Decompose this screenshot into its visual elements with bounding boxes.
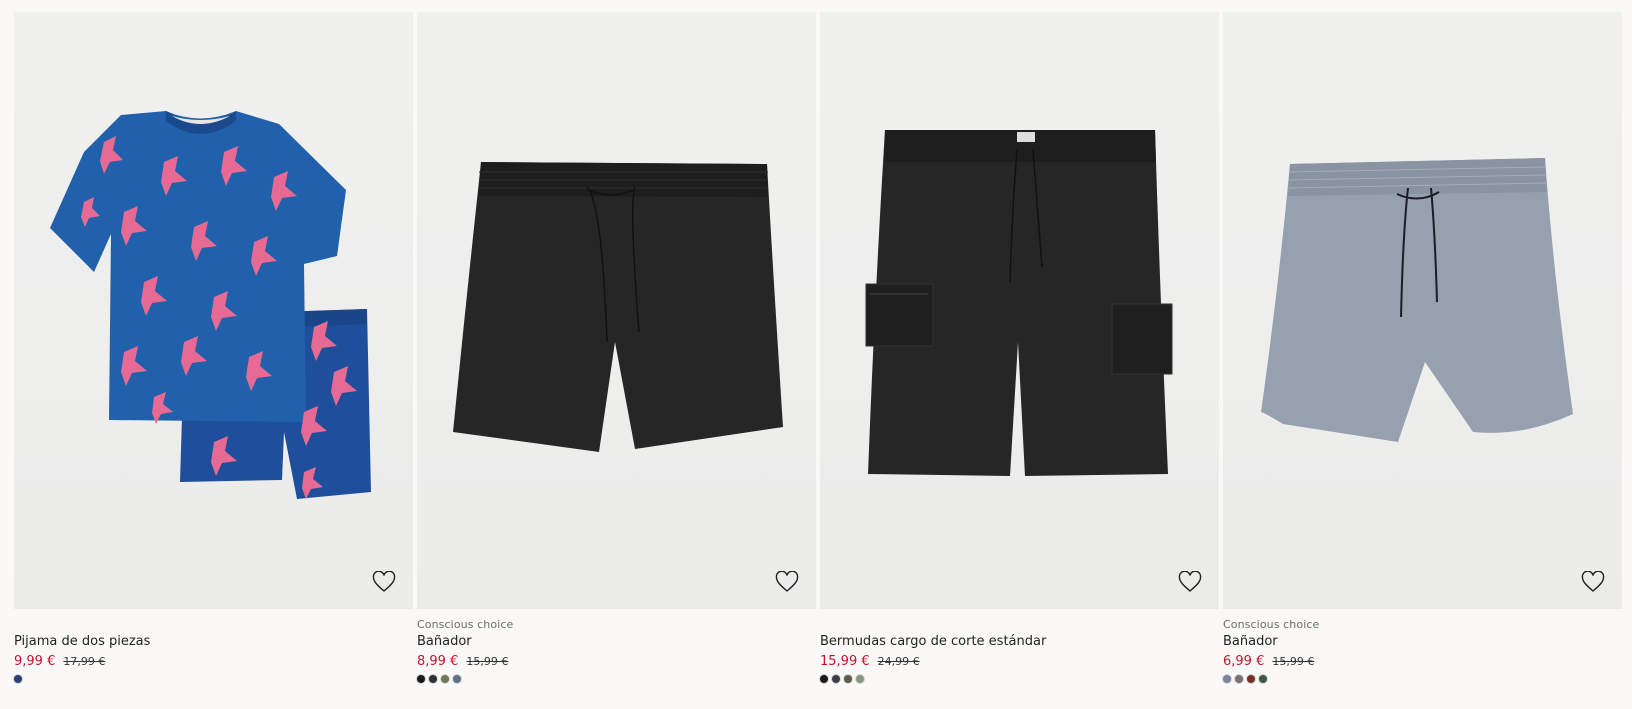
heart-outline-icon [775, 571, 799, 592]
product-info: Bermudas cargo de corte estándar 15,99 €… [820, 609, 1219, 692]
sale-price: 9,99 € [14, 654, 56, 669]
color-swatch[interactable] [820, 675, 828, 683]
product-name[interactable]: Bañador [1223, 634, 1278, 649]
color-swatch[interactable] [1223, 675, 1231, 683]
product-card[interactable]: Conscious choice Bañador 6,99 € 15,99 € [1223, 12, 1622, 692]
favorite-button[interactable] [1578, 567, 1608, 597]
product-image[interactable] [820, 12, 1219, 609]
swim-shorts-image [453, 162, 783, 452]
color-swatch[interactable] [1259, 675, 1267, 683]
color-swatch[interactable] [453, 675, 461, 683]
favorite-button[interactable] [772, 567, 802, 597]
product-image[interactable] [417, 12, 816, 609]
color-swatch[interactable] [856, 675, 864, 683]
product-tag: Conscious choice [1223, 618, 1320, 631]
price-block: 9,99 € 17,99 € [14, 654, 105, 669]
favorite-button[interactable] [369, 567, 399, 597]
product-card[interactable]: Bermudas cargo de corte estándar 15,99 €… [820, 12, 1219, 692]
heart-outline-icon [1178, 571, 1202, 592]
product-tag: Conscious choice [417, 618, 514, 631]
product-card[interactable]: Conscious choice Bañador 8,99 € 15,99 € [417, 12, 816, 692]
color-swatches [14, 675, 22, 683]
color-swatch[interactable] [832, 675, 840, 683]
price-block: 15,99 € 24,99 € [820, 654, 920, 669]
pajama-set-image [50, 111, 371, 499]
product-image[interactable] [1223, 12, 1622, 609]
color-swatch[interactable] [14, 675, 22, 683]
product-grid: Pijama de dos piezas 9,99 € 17,99 € Cons… [14, 12, 1622, 692]
product-info: Conscious choice Bañador 6,99 € 15,99 € [1223, 609, 1622, 692]
color-swatch[interactable] [844, 675, 852, 683]
color-swatch[interactable] [417, 675, 425, 683]
heart-outline-icon [372, 571, 396, 592]
price-block: 8,99 € 15,99 € [417, 654, 508, 669]
heart-outline-icon [1581, 571, 1605, 592]
color-swatches [417, 675, 461, 683]
sale-price: 8,99 € [417, 654, 459, 669]
color-swatch[interactable] [1247, 675, 1255, 683]
sale-price: 6,99 € [1223, 654, 1265, 669]
color-swatch[interactable] [429, 675, 437, 683]
product-info: Conscious choice Bañador 8,99 € 15,99 € [417, 609, 816, 692]
product-card[interactable]: Pijama de dos piezas 9,99 € 17,99 € [14, 12, 413, 692]
original-price: 17,99 € [63, 655, 106, 668]
price-block: 6,99 € 15,99 € [1223, 654, 1314, 669]
favorite-button[interactable] [1175, 567, 1205, 597]
color-swatch[interactable] [1235, 675, 1243, 683]
swim-shorts-image [1261, 158, 1573, 442]
cargo-shorts-image [865, 130, 1173, 476]
original-price: 15,99 € [1272, 655, 1315, 668]
color-swatch[interactable] [441, 675, 449, 683]
product-name[interactable]: Pijama de dos piezas [14, 634, 150, 649]
sale-price: 15,99 € [820, 654, 870, 669]
product-info: Pijama de dos piezas 9,99 € 17,99 € [14, 609, 413, 692]
product-name[interactable]: Bermudas cargo de corte estándar [820, 634, 1046, 649]
original-price: 15,99 € [466, 655, 509, 668]
product-image[interactable] [14, 12, 413, 609]
original-price: 24,99 € [877, 655, 920, 668]
color-swatches [1223, 675, 1267, 683]
color-swatches [820, 675, 864, 683]
product-name[interactable]: Bañador [417, 634, 472, 649]
